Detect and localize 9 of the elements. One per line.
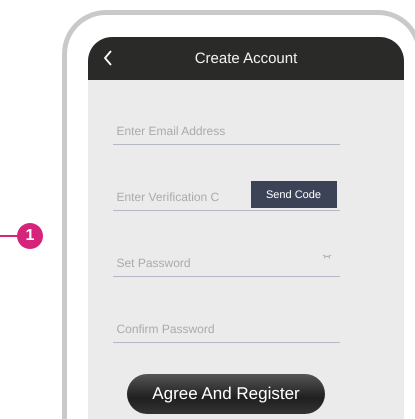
send-code-button[interactable]: Send Code [250,181,336,208]
input-field[interactable]: Enter Email Address [112,124,340,144]
header-title: Create Account [194,50,298,67]
input-field[interactable]: Set Password [112,256,340,276]
back-icon[interactable] [103,50,113,66]
callout-marker: 1 [17,223,43,249]
input-field[interactable]: Confirm Password [112,322,340,342]
register-button[interactable]: Agree And Register [127,374,325,414]
input-field[interactable]: Enter Verification C [112,190,250,210]
